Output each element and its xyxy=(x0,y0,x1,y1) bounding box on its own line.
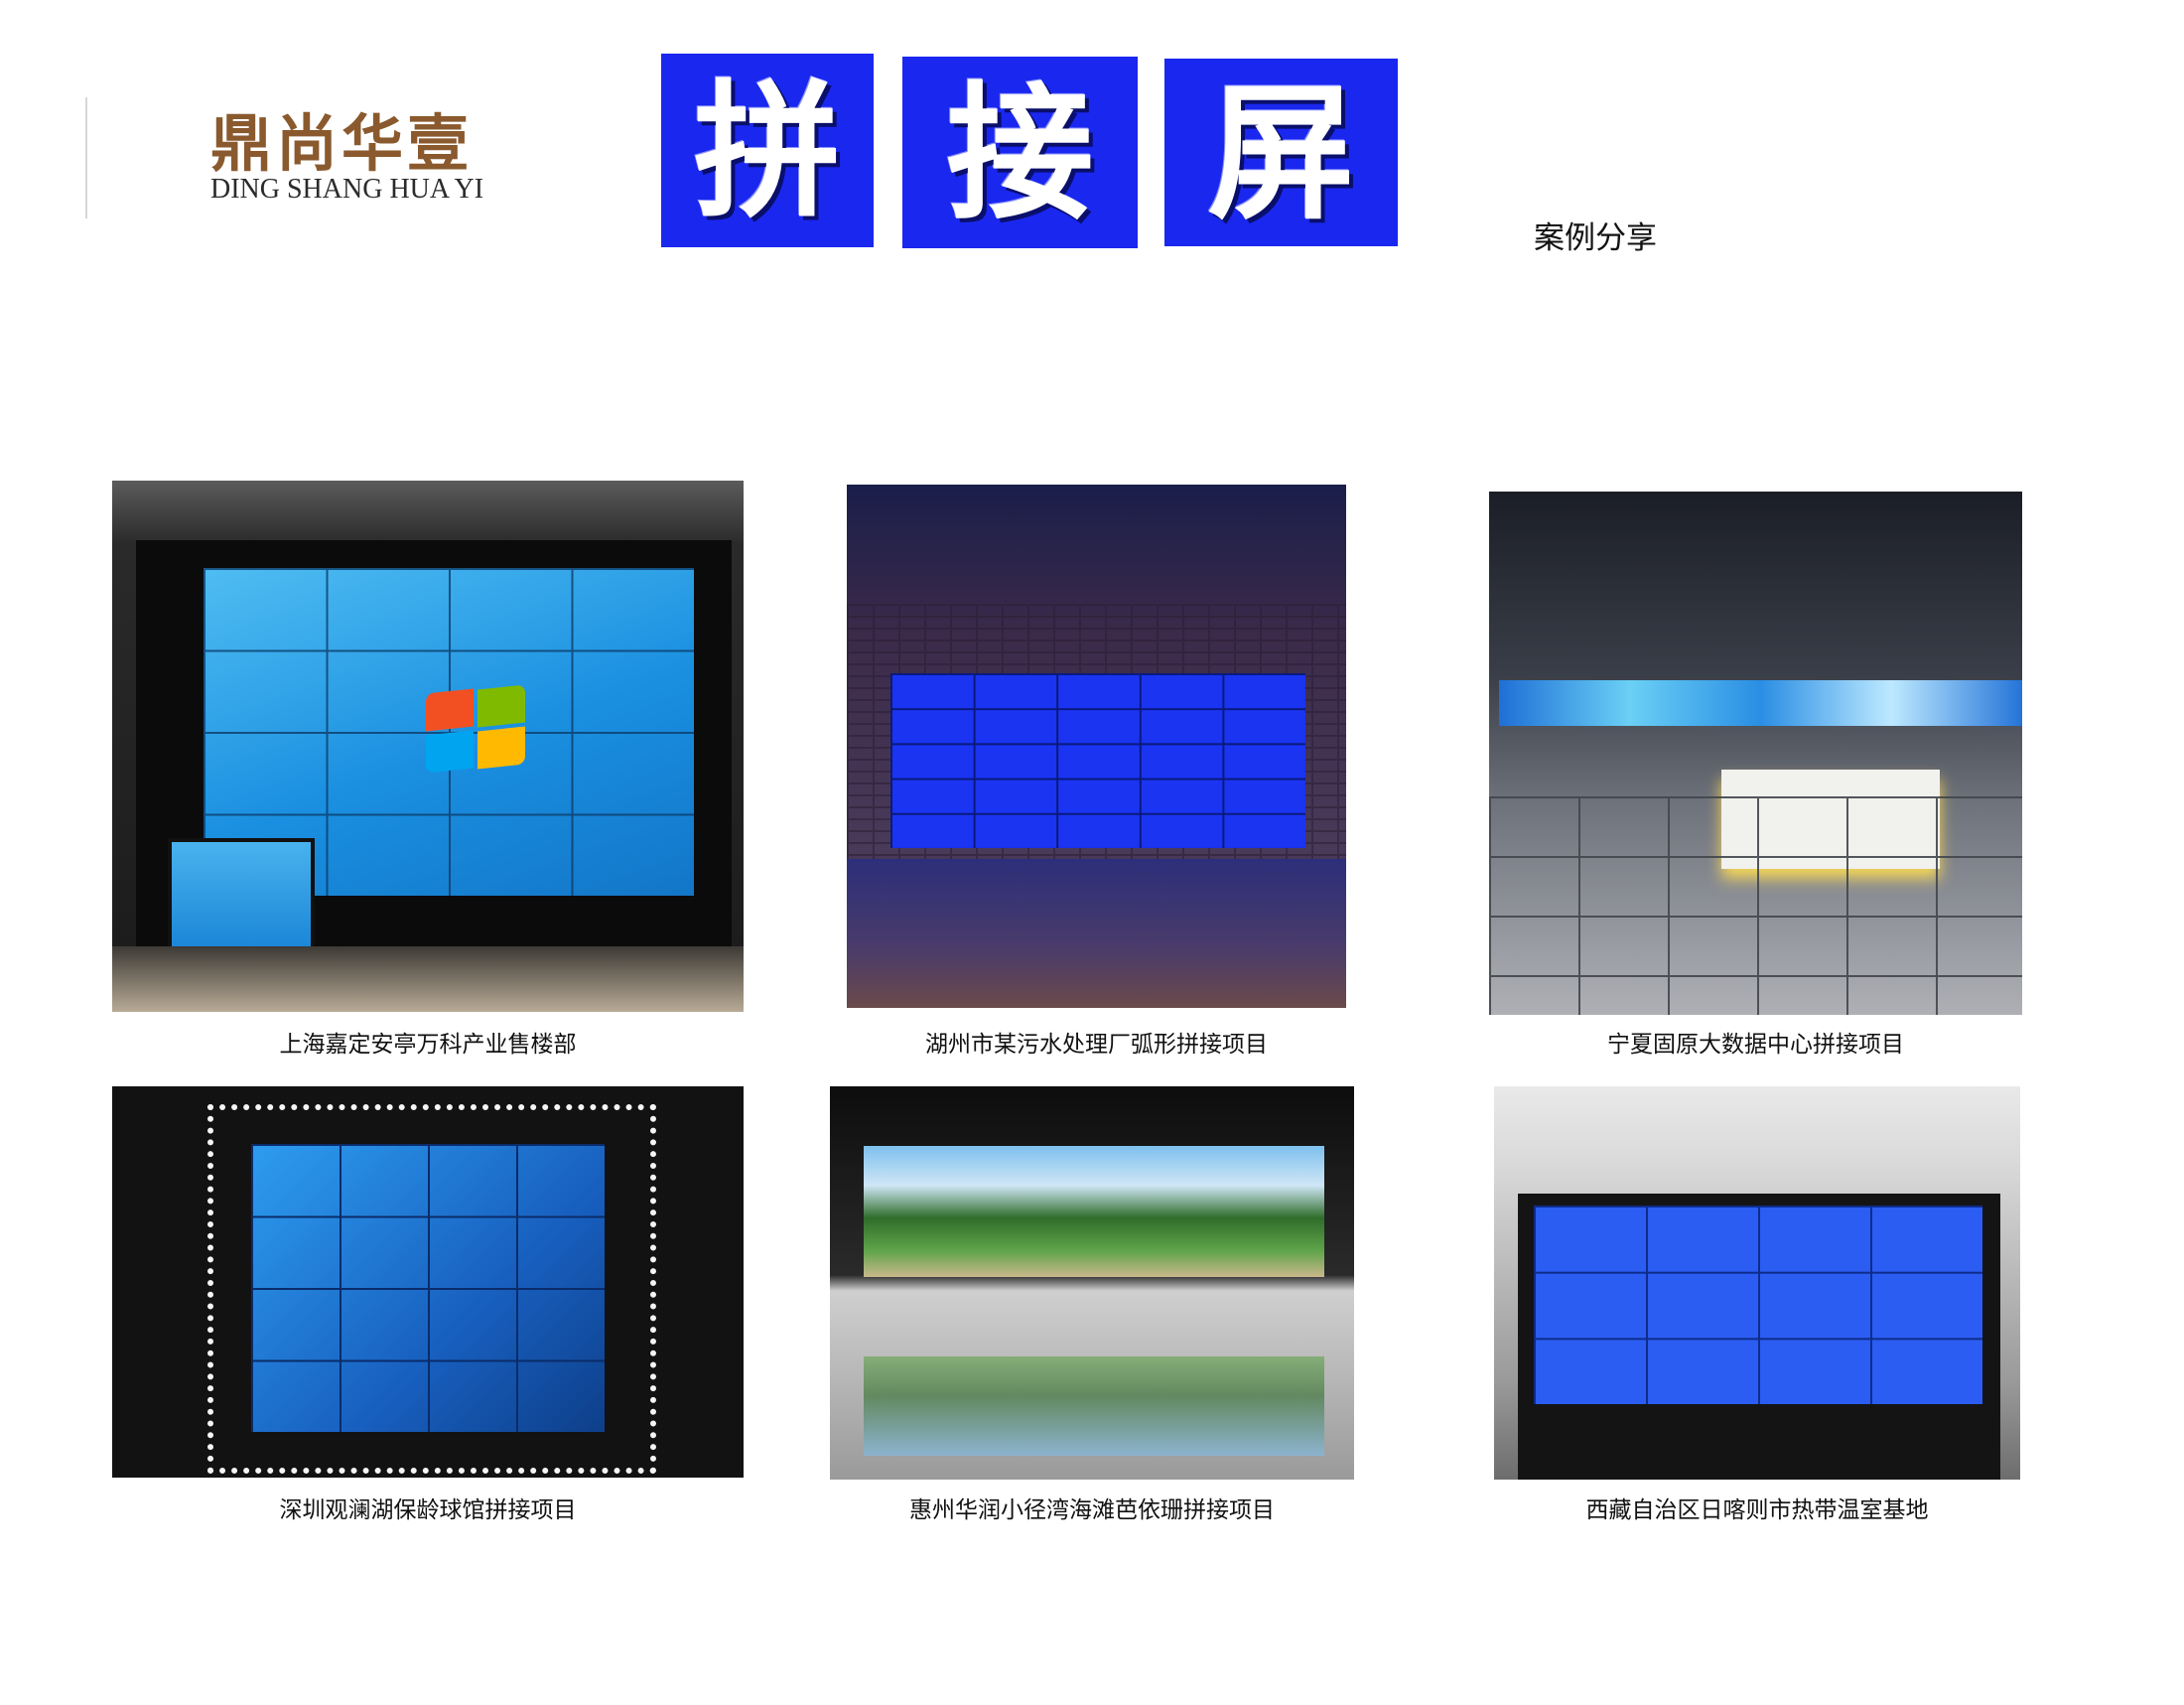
case-photo-curved-video-wall xyxy=(847,485,1346,1008)
side-monitor xyxy=(168,838,315,953)
logo-chinese: 鼎尚华壹 xyxy=(210,107,474,180)
video-wall-screen xyxy=(890,673,1305,848)
video-wall-screen xyxy=(864,1146,1324,1277)
panel-grid xyxy=(251,1144,605,1432)
windows-logo-icon xyxy=(424,684,533,777)
title-char-box: 接 xyxy=(902,57,1138,248)
case-photo-greenhouse xyxy=(1494,1086,2020,1480)
case-photo-data-center xyxy=(1489,492,2022,1015)
case-caption: 上海嘉定安亭万科产业售楼部 xyxy=(279,1032,577,1058)
video-wall-screen xyxy=(1534,1206,1982,1404)
strip-screen xyxy=(1499,680,2022,726)
title-char: 拼 xyxy=(694,64,841,237)
margin-divider xyxy=(85,97,87,218)
logo-english: DING SHANG HUA YI xyxy=(210,174,484,205)
title-char-box: 屏 xyxy=(1164,59,1398,246)
floor xyxy=(847,859,1346,1008)
case-caption: 湖州市某污水处理厂弧形拼接项目 xyxy=(925,1032,1268,1058)
title-char-box: 拼 xyxy=(661,54,874,247)
case-photo-showroom-video-wall xyxy=(112,481,744,1012)
case-caption: 西藏自治区日喀则市热带温室基地 xyxy=(1585,1497,1929,1523)
case-caption: 深圳观澜湖保龄球馆拼接项目 xyxy=(279,1497,577,1523)
case-photo-beach-resort xyxy=(830,1086,1354,1480)
brand-logo: 鼎尚华壹 DING SHANG HUA YI xyxy=(210,111,508,211)
floor-reflection xyxy=(864,1356,1324,1456)
video-wall-screen xyxy=(251,1144,605,1432)
title-char: 接 xyxy=(946,66,1094,239)
title-char: 屏 xyxy=(1207,66,1355,239)
case-photo-bowling-hall xyxy=(112,1086,744,1478)
case-caption: 宁夏固原大数据中心拼接项目 xyxy=(1607,1032,1904,1058)
floor xyxy=(1489,796,2022,1015)
page-subtitle: 案例分享 xyxy=(1534,220,1657,256)
floor xyxy=(112,946,744,1012)
case-caption: 惠州华润小径湾海滩芭依珊拼接项目 xyxy=(909,1497,1275,1523)
